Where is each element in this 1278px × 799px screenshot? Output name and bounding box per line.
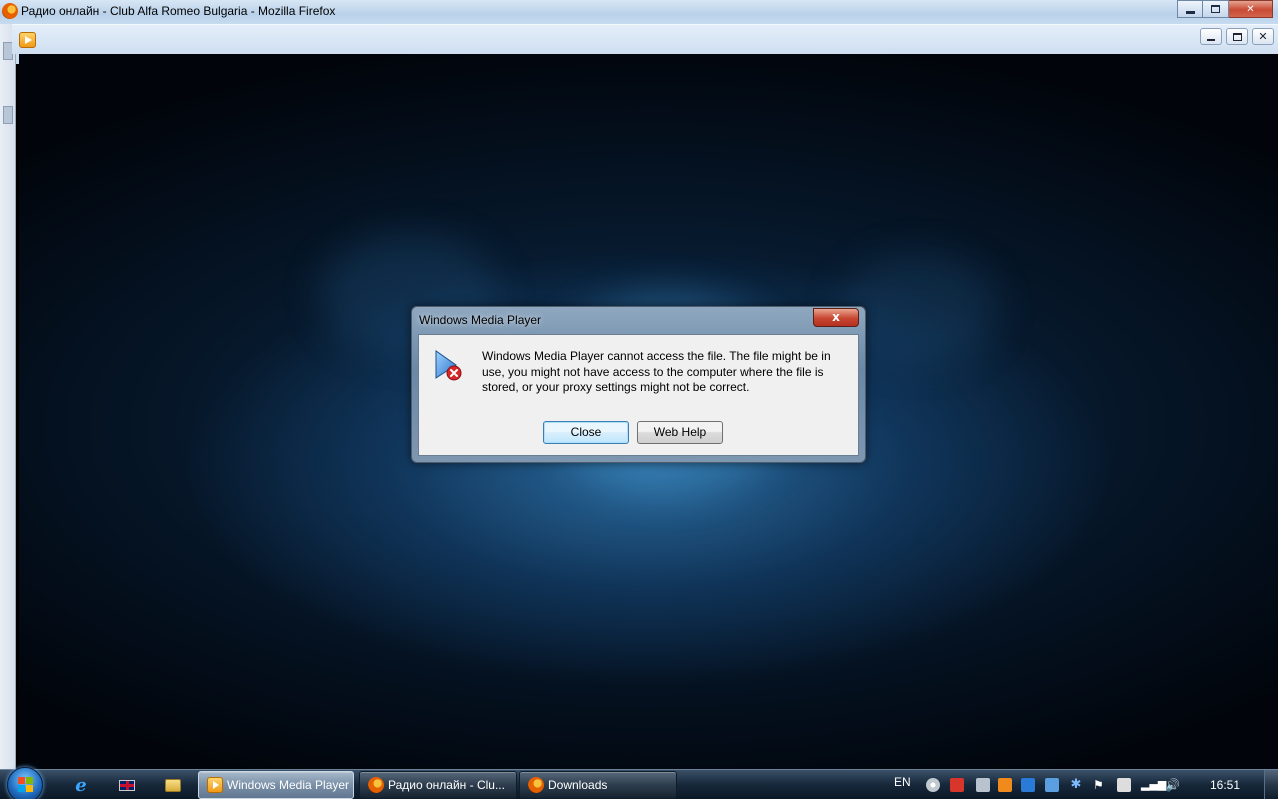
firefox-icon <box>368 777 384 793</box>
web-help-button[interactable]: Web Help <box>637 421 723 444</box>
language-indicator[interactable]: EN <box>894 775 911 789</box>
close-icon: x <box>832 310 840 324</box>
network-app-icon[interactable] <box>1021 778 1035 792</box>
desktop-screen: Радио онлайн - Club Alfa Romeo Bulgaria … <box>0 0 1278 799</box>
firefox-page-left-edge: D <box>0 24 16 785</box>
quicklaunch-language[interactable] <box>116 775 138 795</box>
close-icon: ✕ <box>1246 3 1255 15</box>
show-desktop-button[interactable] <box>1264 770 1278 799</box>
close-button[interactable]: Close <box>543 421 629 444</box>
taskbar-item-firefox-radio[interactable]: Радио онлайн - Clu... <box>359 771 517 799</box>
firefox-window-controls: ✕ <box>1177 0 1273 18</box>
firefox-close-button[interactable]: ✕ <box>1229 0 1273 18</box>
action-center-flag-icon[interactable]: ⚑ <box>1093 778 1107 792</box>
firefox-titlebar[interactable]: Радио онлайн - Club Alfa Romeo Bulgaria … <box>0 0 1278 24</box>
firefox-tab-fragment <box>3 106 13 124</box>
internet-explorer-icon: e <box>75 774 87 796</box>
firefox-icon <box>2 3 18 19</box>
device-icon[interactable] <box>976 778 990 792</box>
cd-icon[interactable] <box>926 778 940 792</box>
wmp-titlebar[interactable]: ✕ <box>12 24 1278 54</box>
taskbar: e Windows Media Player Радио онлайн - Cl… <box>0 767 1278 799</box>
clock[interactable]: 16:51 <box>1210 778 1240 792</box>
wmp-close-button[interactable]: ✕ <box>1252 28 1274 45</box>
quicklaunch-ie[interactable]: e <box>70 774 92 796</box>
wmp-minimize-button[interactable] <box>1200 28 1222 45</box>
start-button[interactable] <box>7 767 43 799</box>
error-message: Windows Media Player cannot access the f… <box>482 349 831 394</box>
minimize-icon <box>1185 10 1195 14</box>
minimize-icon <box>1207 38 1215 41</box>
firefox-restore-button[interactable] <box>1203 0 1229 18</box>
power-icon[interactable] <box>1117 778 1131 792</box>
monitor-icon[interactable] <box>1045 778 1059 792</box>
close-icon: ✕ <box>1258 30 1268 43</box>
error-file-icon <box>435 350 462 381</box>
app-tray-icon[interactable] <box>998 778 1012 792</box>
taskbar-item-label: Windows Media Player <box>227 778 350 792</box>
firefox-icon <box>528 777 544 793</box>
error-dialog: Windows Media Player x Windows Media Pla… <box>411 306 866 463</box>
quicklaunch-explorer[interactable] <box>162 775 184 795</box>
taskbar-item-downloads[interactable]: Downloads <box>519 771 677 799</box>
uk-flag-icon <box>119 779 135 791</box>
dialog-title: Windows Media Player <box>419 313 542 327</box>
wmp-icon <box>19 32 36 48</box>
antivirus-icon[interactable] <box>950 778 964 792</box>
wmp-icon <box>207 777 223 793</box>
restore-icon <box>1211 5 1220 13</box>
taskbar-item-label: Радио онлайн - Clu... <box>388 778 505 792</box>
firefox-minimize-button[interactable] <box>1177 0 1203 18</box>
firefox-window-title: Радио онлайн - Club Alfa Romeo Bulgaria … <box>21 4 336 18</box>
bluetooth-icon[interactable]: ✱ <box>1069 778 1083 792</box>
dialog-body: Windows Media Player cannot access the f… <box>418 334 859 456</box>
wmp-restore-button[interactable] <box>1226 28 1248 45</box>
volume-icon[interactable]: 🔊 <box>1165 778 1180 792</box>
dialog-close-button[interactable]: x <box>813 308 859 327</box>
signal-strength-icon[interactable]: ▂▄▆ <box>1141 778 1166 792</box>
restore-icon <box>1232 32 1242 41</box>
taskbar-item-wmp[interactable]: Windows Media Player <box>198 771 354 799</box>
taskbar-item-label: Downloads <box>548 778 608 792</box>
windows-logo-icon <box>18 777 34 793</box>
folder-icon <box>165 778 181 792</box>
wmp-window-controls: ✕ <box>1200 28 1274 45</box>
